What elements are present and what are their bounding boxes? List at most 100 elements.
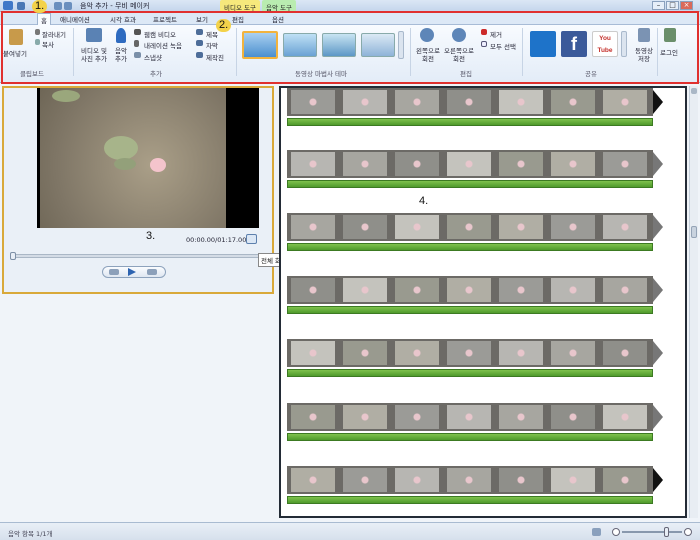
- video-clip[interactable]: [287, 466, 653, 494]
- music-track-bar[interactable]: [287, 433, 653, 441]
- music-track-bar[interactable]: [287, 118, 653, 126]
- clip-frame-thumbnail: [343, 468, 387, 492]
- music-track-bar[interactable]: [287, 369, 653, 377]
- clip-frame-thumbnail: [395, 278, 439, 302]
- clip-frame-thumbnail: [291, 468, 335, 492]
- clip-frame-thumbnail: [343, 341, 387, 365]
- video-clip[interactable]: [287, 339, 653, 367]
- marker-1: 1.: [32, 0, 48, 13]
- previous-frame-icon[interactable]: [109, 269, 119, 275]
- app-icon[interactable]: [3, 1, 13, 10]
- status-bar: 음악 항목 1/1개: [0, 522, 700, 540]
- clip-frame-thumbnail: [499, 341, 543, 365]
- playback-controls: [102, 266, 166, 278]
- clip-frame-thumbnail: [395, 341, 439, 365]
- clip-frame-thumbnail: [343, 215, 387, 239]
- clip-continue-arrow: [653, 90, 663, 114]
- seek-thumb[interactable]: [10, 252, 16, 260]
- clip-frame-thumbnail: [291, 90, 335, 114]
- zoom-slider-thumb[interactable]: [664, 527, 669, 537]
- marker-2: 2.: [216, 19, 232, 32]
- clip-frame-thumbnail: [499, 90, 543, 114]
- scroll-up-arrow[interactable]: [691, 88, 697, 94]
- video-clip[interactable]: [287, 276, 653, 304]
- marker-4: 4.: [419, 195, 429, 207]
- clip-frame-thumbnail: [551, 278, 595, 302]
- fullscreen-icon[interactable]: [246, 234, 257, 244]
- clip-frame-thumbnail: [603, 405, 647, 429]
- clip-frame-thumbnail: [551, 90, 595, 114]
- clip-frame-thumbnail: [551, 152, 595, 176]
- music-track-bar[interactable]: [287, 496, 653, 504]
- zoom-slider[interactable]: [622, 527, 682, 537]
- video-clip[interactable]: [287, 88, 653, 116]
- clip-frame-thumbnail: [603, 278, 647, 302]
- video-frame: [40, 88, 226, 228]
- clip-frame-thumbnail: [499, 152, 543, 176]
- clip-frame-thumbnail: [343, 90, 387, 114]
- window-title: 음악 추가 - 무비 메이커: [80, 2, 150, 10]
- clip-frame-thumbnail: [447, 405, 491, 429]
- clip-frame-thumbnail: [499, 278, 543, 302]
- clip-frame-thumbnail: [499, 405, 543, 429]
- clip-frame-thumbnail: [499, 215, 543, 239]
- maximize-button[interactable]: □: [666, 1, 679, 10]
- seek-bar[interactable]: [10, 252, 262, 260]
- video-clip[interactable]: [287, 403, 653, 431]
- clip-frame-thumbnail: [447, 90, 491, 114]
- music-track-bar[interactable]: [287, 180, 653, 188]
- clip-frame-thumbnail: [395, 90, 439, 114]
- redo-icon[interactable]: [64, 2, 72, 10]
- timecode: 00:00.00/01:17.00: [186, 236, 247, 244]
- marker-3: 3.: [146, 230, 156, 242]
- clip-continue-arrow: [653, 405, 663, 429]
- clip-frame-thumbnail: [447, 215, 491, 239]
- scroll-thumb[interactable]: [691, 226, 697, 238]
- clip-continue-arrow: [653, 215, 663, 239]
- clip-frame-thumbnail: [343, 278, 387, 302]
- clip-frame-thumbnail: [343, 405, 387, 429]
- clip-frame-thumbnail: [603, 152, 647, 176]
- clip-frame-thumbnail: [395, 152, 439, 176]
- clip-continue-arrow: [653, 468, 663, 492]
- clip-frame-thumbnail: [291, 278, 335, 302]
- zoom-in-icon[interactable]: [684, 528, 692, 536]
- clip-frame-thumbnail: [551, 468, 595, 492]
- storyboard-panel[interactable]: [279, 86, 687, 518]
- clip-frame-thumbnail: [395, 215, 439, 239]
- close-button[interactable]: ×: [680, 1, 693, 10]
- music-track-bar[interactable]: [287, 243, 653, 251]
- music-track-bar[interactable]: [287, 306, 653, 314]
- clip-frame-thumbnail: [447, 341, 491, 365]
- minimize-button[interactable]: –: [652, 1, 665, 10]
- save-icon[interactable]: [17, 2, 25, 10]
- clip-frame-thumbnail: [447, 468, 491, 492]
- clip-frame-thumbnail: [395, 405, 439, 429]
- thumbnail-size-icon[interactable]: [592, 528, 601, 536]
- storyboard-scrollbar[interactable]: [689, 86, 698, 518]
- zoom-out-icon[interactable]: [612, 528, 620, 536]
- video-preview[interactable]: [37, 88, 259, 228]
- video-clip[interactable]: [287, 150, 653, 178]
- clip-frame-thumbnail: [343, 152, 387, 176]
- undo-icon[interactable]: [54, 2, 62, 10]
- video-clip[interactable]: [287, 213, 653, 241]
- clip-frame-thumbnail: [551, 405, 595, 429]
- clip-frame-thumbnail: [603, 341, 647, 365]
- clip-continue-arrow: [653, 341, 663, 365]
- clip-continue-arrow: [653, 278, 663, 302]
- play-icon[interactable]: [128, 268, 136, 276]
- clip-frame-thumbnail: [499, 468, 543, 492]
- clip-frame-thumbnail: [291, 405, 335, 429]
- next-frame-icon[interactable]: [147, 269, 157, 275]
- clip-frame-thumbnail: [551, 215, 595, 239]
- clip-frame-thumbnail: [603, 90, 647, 114]
- clip-frame-thumbnail: [551, 341, 595, 365]
- clip-frame-thumbnail: [447, 152, 491, 176]
- ribbon-highlight-box: [1, 11, 699, 84]
- clip-frame-thumbnail: [291, 215, 335, 239]
- clip-frame-thumbnail: [291, 341, 335, 365]
- clip-frame-thumbnail: [395, 468, 439, 492]
- clip-frame-thumbnail: [291, 152, 335, 176]
- clip-frame-thumbnail: [603, 468, 647, 492]
